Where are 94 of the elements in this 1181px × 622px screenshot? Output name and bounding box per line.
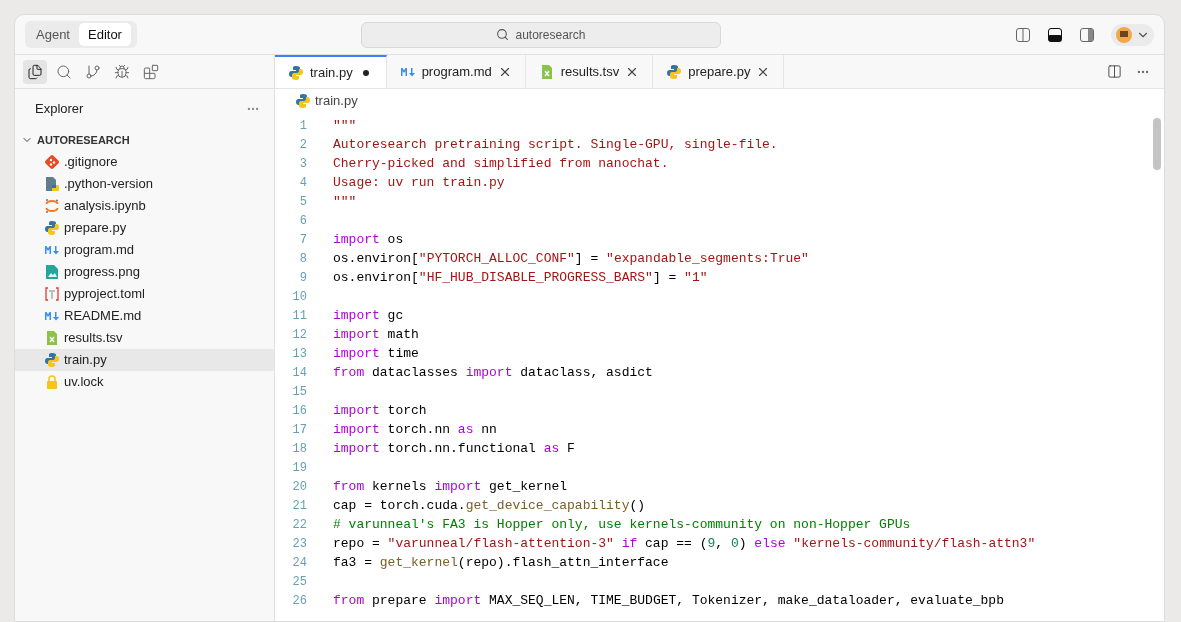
file-item[interactable]: progress.png	[15, 261, 274, 283]
line-number: 3	[298, 155, 307, 173]
line-number: 16	[291, 402, 307, 420]
lock-icon	[44, 374, 60, 390]
file-item[interactable]: program.md	[15, 239, 274, 261]
line-number: 7	[298, 231, 307, 249]
line-number: 11	[291, 307, 307, 325]
line-number: 8	[298, 250, 307, 268]
file-tab[interactable]: program.md	[386, 55, 526, 88]
file-item[interactable]: uv.lock	[15, 371, 274, 393]
line-number: 22	[291, 516, 307, 534]
code-line: import os	[333, 230, 404, 249]
line-number: 23	[291, 535, 307, 553]
explorer-title: Explorer	[35, 100, 84, 119]
line-number: 1	[298, 117, 307, 135]
code-line: Usage: uv run train.py	[333, 173, 505, 192]
line-number: 9	[298, 269, 307, 287]
split-layout-icon[interactable]	[1015, 26, 1031, 43]
account-button[interactable]	[1111, 23, 1154, 46]
line-number: 19	[291, 459, 307, 477]
bug-icon	[114, 63, 130, 80]
line-number: 4	[298, 174, 307, 192]
code-line: import torch.nn.functional as F	[333, 439, 575, 458]
activity-item[interactable]	[23, 59, 47, 84]
code-line: from kernels import get_kernel	[333, 477, 568, 496]
code-line: import torch	[333, 401, 427, 420]
file-tab[interactable]: prepare.py	[653, 55, 785, 88]
file-item[interactable]: README.md	[15, 305, 274, 327]
python-icon	[666, 63, 683, 80]
mode-tab[interactable]: Agent	[27, 22, 79, 47]
file-item[interactable]: analysis.ipynb	[15, 195, 274, 217]
code-line: fa3 = get_kernel(repo).flash_attn_interface	[333, 553, 669, 572]
code-line: # varunneal's FA3 is Hopper only, use kernels-community on non-Hopper GPUs	[333, 515, 911, 534]
extensions-icon	[143, 63, 159, 80]
bracket-icon	[44, 286, 60, 302]
line-number: 17	[291, 421, 307, 439]
folder-header[interactable]: AUTORESEARCH	[15, 129, 274, 151]
code-line: os.environ["HF_HUB_DISABLE_PROGRESS_BARS"] = "1"	[333, 268, 708, 287]
python-icon	[288, 64, 304, 81]
git-icon	[44, 154, 60, 170]
search-icon	[56, 63, 72, 80]
files-icon	[27, 63, 43, 80]
mode-tab[interactable]: Editor	[79, 22, 131, 47]
line-number: 5	[298, 193, 307, 211]
file-item[interactable]: pyproject.toml	[15, 283, 274, 305]
line-number: 26	[291, 592, 307, 610]
line-number: 24	[291, 554, 307, 572]
line-number: 13	[291, 345, 307, 363]
notebook-icon	[44, 198, 60, 214]
code-line: import math	[333, 325, 419, 344]
spreadsheet-icon	[44, 330, 60, 346]
code-line: """	[333, 116, 357, 135]
file-tab[interactable]: train.py	[275, 55, 387, 88]
file-item[interactable]: .python-version	[15, 173, 274, 195]
file-item[interactable]: prepare.py	[15, 217, 274, 239]
code-line: from dataclasses import dataclass, asdict	[333, 363, 653, 382]
line-number: 18	[291, 440, 307, 458]
line-number: 14	[291, 364, 307, 382]
line-number: 25	[291, 573, 307, 591]
line-number: 6	[298, 212, 307, 230]
code-line: Autoresearch pretraining script. Single-GPU, single-file.	[333, 135, 778, 154]
line-number: 15	[291, 383, 307, 401]
python-icon	[44, 352, 60, 368]
python-icon	[295, 93, 311, 109]
image-icon	[44, 264, 60, 280]
line-number: 10	[291, 288, 307, 306]
code-line: import time	[333, 344, 419, 363]
line-number: 12	[291, 326, 307, 344]
code-line: cap = torch.cuda.get_device_capability()	[333, 496, 646, 515]
search-icon	[496, 28, 510, 41]
search-field[interactable]: autoresearch	[361, 21, 721, 48]
breadcrumb[interactable]: train.py	[315, 91, 358, 111]
python-icon	[44, 220, 60, 236]
code-line: os.environ["PYTORCH_ALLOC_CONF"] = "expandable_segments:True"	[333, 249, 809, 268]
avatar-icon	[1115, 25, 1133, 44]
code-line: repo = "varunneal/flash-attention-3" if cap == (9, 0) else "kernels-community/flash-attn3"	[333, 534, 1036, 553]
file-tab[interactable]: results.tsv	[525, 55, 654, 88]
branch-icon	[85, 63, 101, 80]
code-line: """	[333, 192, 357, 211]
code-line: import torch.nn as nn	[333, 420, 497, 439]
code-line: Cherry-picked and simplified from nanochat.	[333, 154, 669, 173]
document-icon	[44, 176, 60, 192]
bottom-panel-icon[interactable]	[1047, 26, 1063, 43]
file-item[interactable]: results.tsv	[15, 327, 274, 349]
line-number: 2	[298, 136, 307, 154]
file-item[interactable]: train.py	[15, 349, 274, 371]
file-item[interactable]: .gitignore	[15, 151, 274, 173]
right-panel-icon[interactable]	[1079, 26, 1095, 43]
scrollbar-thumb[interactable]	[1153, 118, 1161, 170]
code-line: from prepare import MAX_SEQ_LEN, TIME_BUDGET, Tokenizer, make_dataloader, evaluate_bpb	[333, 591, 1004, 610]
line-number: 21	[291, 497, 307, 515]
split-editor-icon[interactable]	[1107, 64, 1122, 79]
code-line: import gc	[333, 306, 404, 325]
line-number: 20	[291, 478, 307, 496]
